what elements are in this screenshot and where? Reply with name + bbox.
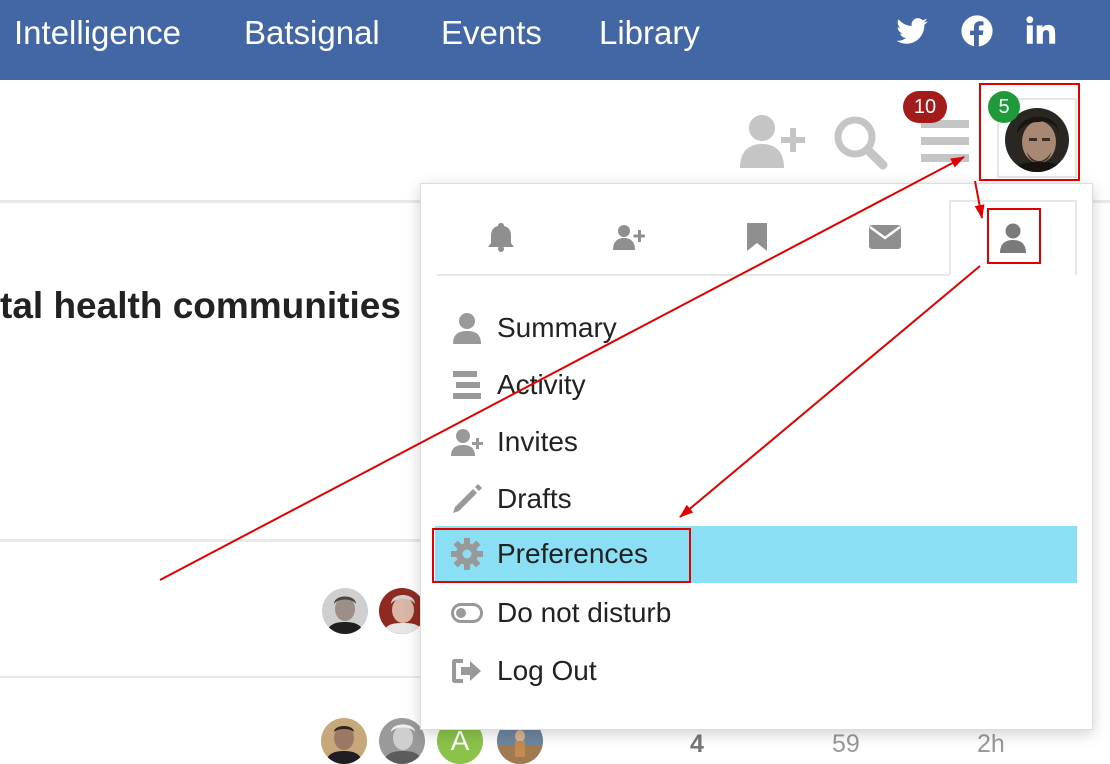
user-menu-tabs <box>437 200 1077 276</box>
menu-item-label: Invites <box>497 426 578 457</box>
tab-invites[interactable] <box>565 200 693 274</box>
topic-title[interactable]: tal health communities <box>0 285 401 327</box>
activity-time[interactable]: 2h <box>977 730 1005 759</box>
pencil-icon <box>453 484 482 513</box>
menu-item-log-out[interactable]: Log Out <box>435 643 1077 699</box>
replies-count: 4 <box>690 730 704 758</box>
annotation-box-profile-tab <box>987 208 1041 264</box>
poster-avatar[interactable] <box>322 588 368 634</box>
bell-icon <box>488 223 514 252</box>
nav-link-events[interactable]: Events <box>441 14 542 52</box>
poster-photo <box>379 588 425 634</box>
twitter-icon[interactable] <box>895 14 929 48</box>
sign-out-icon <box>452 659 481 683</box>
linkedin-icon[interactable] <box>1024 14 1058 48</box>
menu-item-label: Do not disturb <box>497 597 672 628</box>
menu-item-label: Log Out <box>497 655 597 686</box>
nav-link-batsignal[interactable]: Batsignal <box>244 14 380 52</box>
menu-item-activity[interactable]: Activity <box>435 357 1077 413</box>
poster-avatar[interactable] <box>379 718 425 764</box>
topic-divider <box>0 539 420 542</box>
nav-link-intelligence[interactable]: Intelligence <box>14 14 181 52</box>
toggle-icon <box>451 603 483 623</box>
poster-avatar[interactable] <box>379 588 425 634</box>
user-icon <box>453 313 481 344</box>
facebook-icon[interactable] <box>960 14 994 48</box>
poster-avatar[interactable] <box>321 718 367 764</box>
poster-photo <box>379 718 425 764</box>
notification-count-badge: 10 <box>903 91 947 123</box>
tab-bookmarks[interactable] <box>693 200 821 274</box>
poster-photo <box>322 588 368 634</box>
top-navigation-bar: Intelligence Batsignal Events Library <box>0 0 1110 80</box>
menu-item-do-not-disturb[interactable]: Do not disturb <box>435 585 1077 641</box>
hamburger-menu-icon[interactable] <box>921 118 969 164</box>
nav-link-library[interactable]: Library <box>599 14 700 52</box>
annotation-box-avatar <box>979 83 1080 181</box>
menu-item-invites[interactable]: Invites <box>435 414 1077 470</box>
menu-item-label: Activity <box>497 369 586 400</box>
tab-messages[interactable] <box>821 200 949 274</box>
envelope-icon <box>869 225 901 249</box>
views-count: 59 <box>832 730 860 758</box>
menu-item-drafts[interactable]: Drafts <box>435 471 1077 527</box>
tab-notifications[interactable] <box>437 200 565 274</box>
menu-item-label: Summary <box>497 312 617 343</box>
annotation-box-preferences <box>432 528 691 583</box>
menu-item-label: Drafts <box>497 483 572 514</box>
topic-row-divider <box>0 676 420 678</box>
stream-icon <box>453 371 481 399</box>
search-icon[interactable] <box>832 114 888 170</box>
add-user-icon[interactable] <box>740 114 808 168</box>
user-plus-icon <box>613 225 645 250</box>
menu-item-summary[interactable]: Summary <box>435 300 1077 356</box>
poster-photo <box>321 718 367 764</box>
bookmark-icon <box>747 223 767 251</box>
user-plus-icon <box>451 429 483 456</box>
user-menu-panel: Summary Activity Invites Drafts Preferen… <box>420 183 1093 730</box>
